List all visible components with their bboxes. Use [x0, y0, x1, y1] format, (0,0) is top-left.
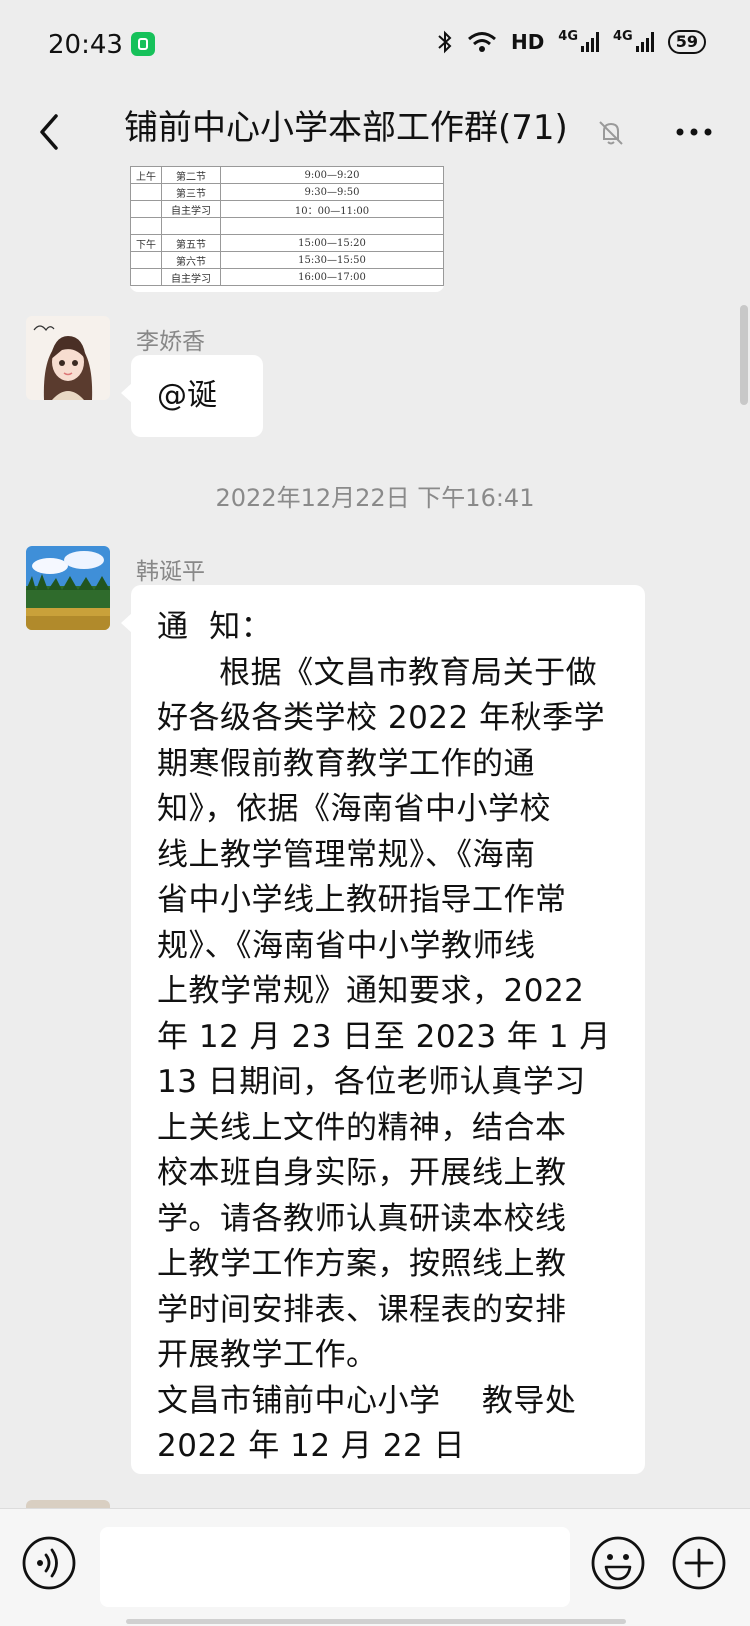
voice-icon[interactable] — [21, 1535, 77, 1591]
table-row — [130, 217, 444, 235]
notice-line: 2022 年 12 月 22 日 — [157, 1428, 466, 1464]
status-bar: 20:43 HD 4G 4G 59 — [0, 0, 750, 88]
avatar[interactable] — [26, 316, 110, 400]
notice-line: 上教学常规》通知要求，2022 — [157, 973, 585, 1009]
signal-icon-2: 4G — [613, 29, 654, 52]
battery-icon: 59 — [667, 30, 706, 54]
notice-message-bubble[interactable]: 通 知： 根据《文昌市教育局关于做 好各级各类学校 2022 年秋季学 期寒假前… — [121, 585, 645, 1474]
back-chevron-icon[interactable] — [28, 108, 76, 156]
message-bubble[interactable]: @诞 — [121, 355, 263, 437]
more-dots-icon[interactable] — [670, 108, 718, 156]
notice-line: 省中小学线上教研指导工作常 — [157, 882, 567, 918]
bell-muted-icon — [599, 121, 623, 145]
notice-line: 13 日期间，各位老师认真学习 — [157, 1064, 586, 1100]
table-row: 第六节 15:30—15:50 — [130, 251, 444, 269]
notice-line: 好各级各类学校 2022 年秋季学 — [157, 700, 606, 736]
emoji-icon[interactable] — [590, 1535, 646, 1591]
wifi-icon — [467, 32, 496, 52]
schedule-table: 上午 第二节 9:00—9:20 第三节 9:30—9:50 自主学习 10：00—11… — [130, 166, 444, 286]
notice-line: 年 12 月 23 日至 2023 年 1 月 — [157, 1018, 611, 1055]
avatar[interactable] — [26, 1500, 110, 1508]
input-bar — [0, 1508, 750, 1626]
notice-line: 根据《文昌市教育局关于做 — [157, 654, 598, 691]
wechat-notification-icon — [131, 32, 155, 56]
message-text: @诞 — [157, 378, 217, 413]
avatar[interactable] — [26, 546, 110, 630]
notice-line: 线上教学管理常规》、《海南 — [157, 836, 536, 873]
scrollbar[interactable] — [740, 305, 748, 405]
bluetooth-icon — [438, 30, 452, 54]
notice-line: 规》、《海南省中小学教师线 — [157, 927, 536, 964]
notice-line: 知》，依据《海南省中小学校 — [157, 791, 551, 827]
table-row: 下午 第五节 15:00—15:20 — [130, 234, 444, 252]
table-row: 第三节 9:30—9:50 — [130, 183, 444, 201]
signal-icon-1: 4G — [558, 29, 600, 52]
status-indicators: HD 4G 4G 59 — [437, 29, 706, 54]
notice-line: 开展教学工作。 — [157, 1337, 378, 1373]
timestamp: 2022年12月22日 下午16:41 — [215, 484, 535, 512]
notice-line: 校本班自身实际，开展线上教 — [157, 1155, 567, 1191]
notice-line: 学时间安排表、课程表的安排 — [157, 1291, 567, 1328]
chat-title: 铺前中心小学本部工作群(71) — [124, 108, 568, 148]
notice-line: 上教学工作方案，按照线上教 — [157, 1246, 567, 1282]
home-indicator[interactable] — [126, 1619, 626, 1624]
hd-label: HD — [510, 30, 545, 54]
notice-line: 上关线上文件的精神，结合本 — [157, 1109, 567, 1146]
sender-name: 李娇香 — [136, 329, 205, 355]
table-row: 自主学习 16:00—17:00 — [130, 268, 444, 286]
notice-line: 通 知： — [157, 609, 273, 645]
table-row: 上午 第二节 9:00—9:20 — [130, 166, 444, 184]
notice-line: 学。请各教师认真研读本校线 — [157, 1200, 567, 1237]
schedule-image[interactable]: 上午 第二节 9:00—9:20 第三节 9:30—9:50 自主学习 10：00—11… — [130, 166, 444, 292]
sender-name: 韩诞平 — [136, 559, 205, 585]
status-time: 20:43 — [48, 30, 123, 60]
chat-header: 铺前中心小学本部工作群(71) — [0, 88, 750, 178]
table-row: 自主学习 10：00—11:00 — [130, 200, 444, 218]
plus-icon[interactable] — [671, 1535, 727, 1591]
notice-line: 期寒假前教育教学工作的通 — [157, 745, 535, 782]
message-input[interactable] — [100, 1527, 570, 1607]
notice-line: 文昌市铺前中心小学 教导处 — [157, 1382, 577, 1419]
